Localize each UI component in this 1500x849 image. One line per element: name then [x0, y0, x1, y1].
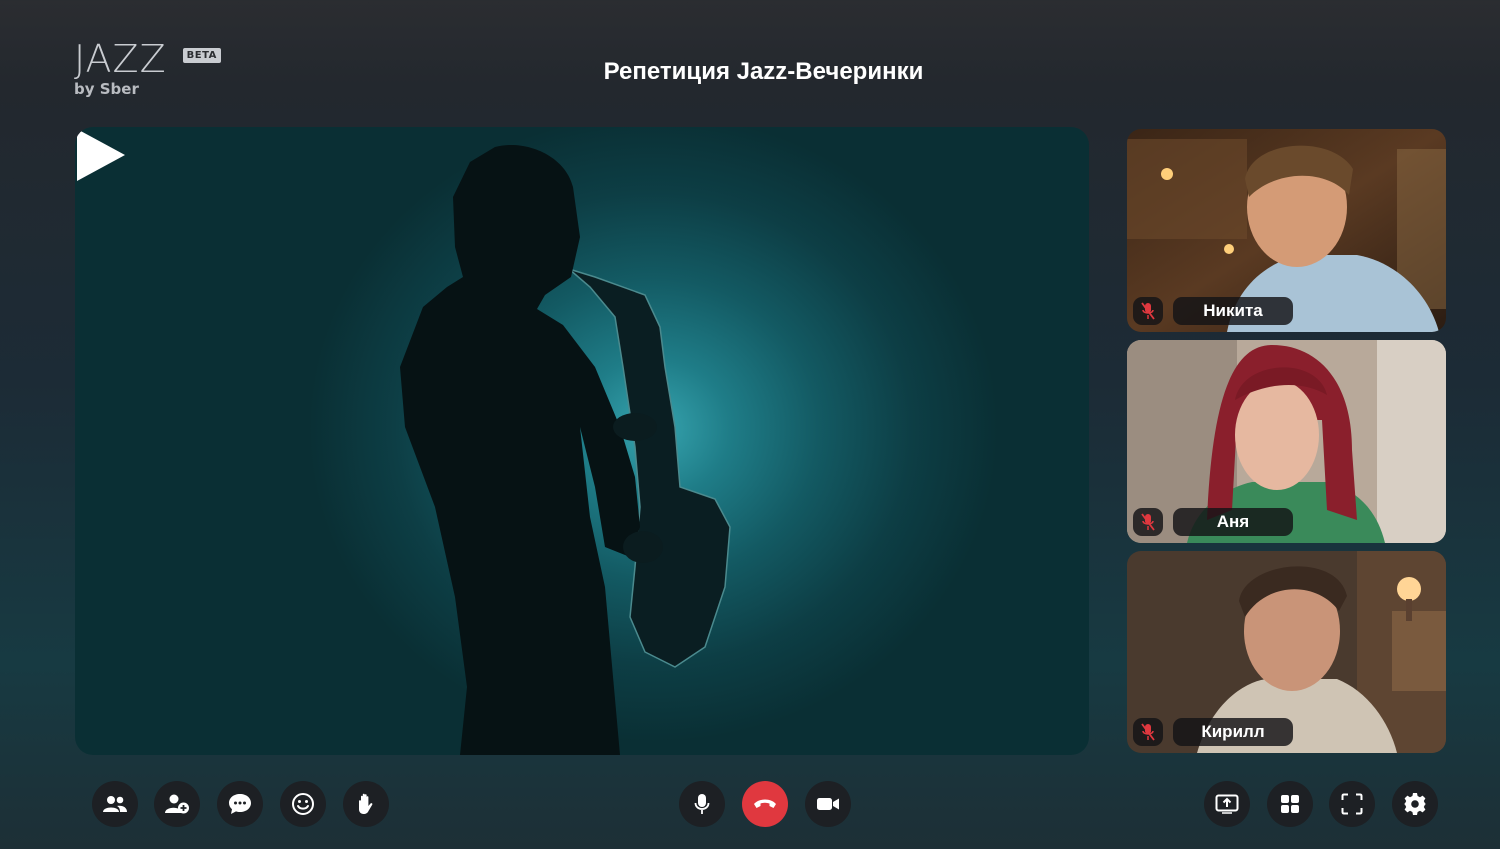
microphone-icon — [694, 794, 710, 814]
participant-tile[interactable]: Никита — [1127, 129, 1446, 332]
participant-name: Кирилл — [1173, 718, 1293, 746]
chat-button[interactable] — [217, 781, 263, 827]
end-call-icon — [754, 799, 776, 808]
main-video-player[interactable] — [75, 127, 1089, 755]
participant-tile[interactable]: Аня — [1127, 340, 1446, 543]
microphone-button[interactable] — [679, 781, 725, 827]
settings-icon — [1404, 793, 1426, 815]
settings-button[interactable] — [1392, 781, 1438, 827]
raise-hand-icon — [359, 793, 373, 814]
camera-button[interactable] — [805, 781, 851, 827]
fullscreen-button[interactable] — [1329, 781, 1375, 827]
participant-name: Аня — [1173, 508, 1293, 536]
layout-button[interactable] — [1267, 781, 1313, 827]
share-screen-icon — [1215, 794, 1239, 814]
mic-muted-icon — [1133, 508, 1163, 536]
layout-grid-icon — [1281, 795, 1299, 813]
play-icon[interactable] — [75, 127, 127, 183]
camera-icon — [817, 798, 839, 810]
mic-muted-icon — [1133, 718, 1163, 746]
meeting-title: Репетиция Jazz-Вечеринки — [603, 58, 924, 85]
chat-icon — [229, 794, 251, 814]
end-call-button[interactable] — [742, 781, 788, 827]
share-screen-button[interactable] — [1204, 781, 1250, 827]
emoji-icon — [292, 793, 314, 815]
participants-button[interactable] — [92, 781, 138, 827]
raise-hand-button[interactable] — [343, 781, 389, 827]
add-participant-icon — [165, 794, 189, 814]
mic-muted-icon — [1133, 297, 1163, 325]
saxophonist-silhouette-image — [400, 144, 731, 755]
participant-name: Никита — [1173, 297, 1293, 325]
participants-icon — [103, 796, 127, 812]
fullscreen-icon — [1341, 793, 1363, 815]
reactions-button[interactable] — [280, 781, 326, 827]
participant-tile[interactable]: Кирилл — [1127, 551, 1446, 753]
add-participant-button[interactable] — [154, 781, 200, 827]
